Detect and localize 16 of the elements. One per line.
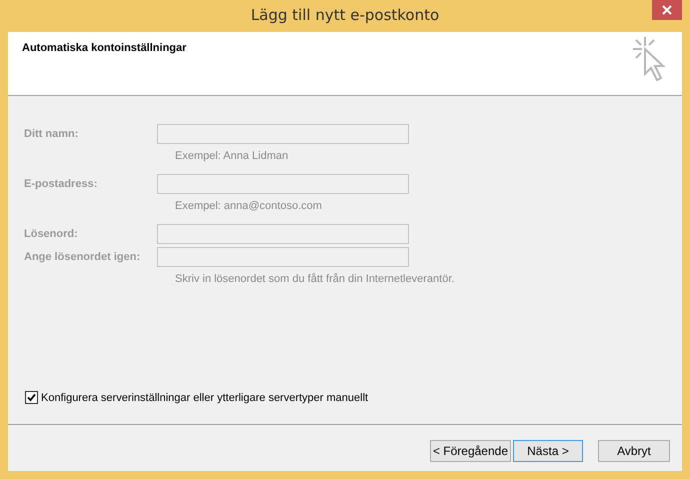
checkbox[interactable] <box>25 391 38 404</box>
section-heading: Automatiska kontoinställningar <box>22 42 186 56</box>
hint-text: Exempel: anna@contoso.com <box>175 200 323 214</box>
dialog-button[interactable]: Avbryt <box>598 440 670 462</box>
hint-text: Exempel: Anna Lidman <box>175 150 290 164</box>
field-label: Ditt namn: <box>24 128 80 140</box>
close-button[interactable] <box>652 0 682 20</box>
close-icon <box>662 5 672 15</box>
window-title: Lägg till nytt e-postkonto <box>250 6 440 24</box>
field-label: Ange lösenordet igen: <box>24 251 142 263</box>
dialog-button[interactable]: < Föregående <box>430 440 511 462</box>
field-label: E-postadress: <box>24 178 98 190</box>
field-label: Lösenord: <box>24 228 79 240</box>
checkbox-label: Konfigurera serverinställningar eller ytterligare servertyper manuellt <box>41 392 368 404</box>
dialog-button[interactable]: Nästa > <box>513 440 583 462</box>
hint-text: Skriv in lösenordet som du fått från din Internetleverantör. <box>175 273 456 287</box>
